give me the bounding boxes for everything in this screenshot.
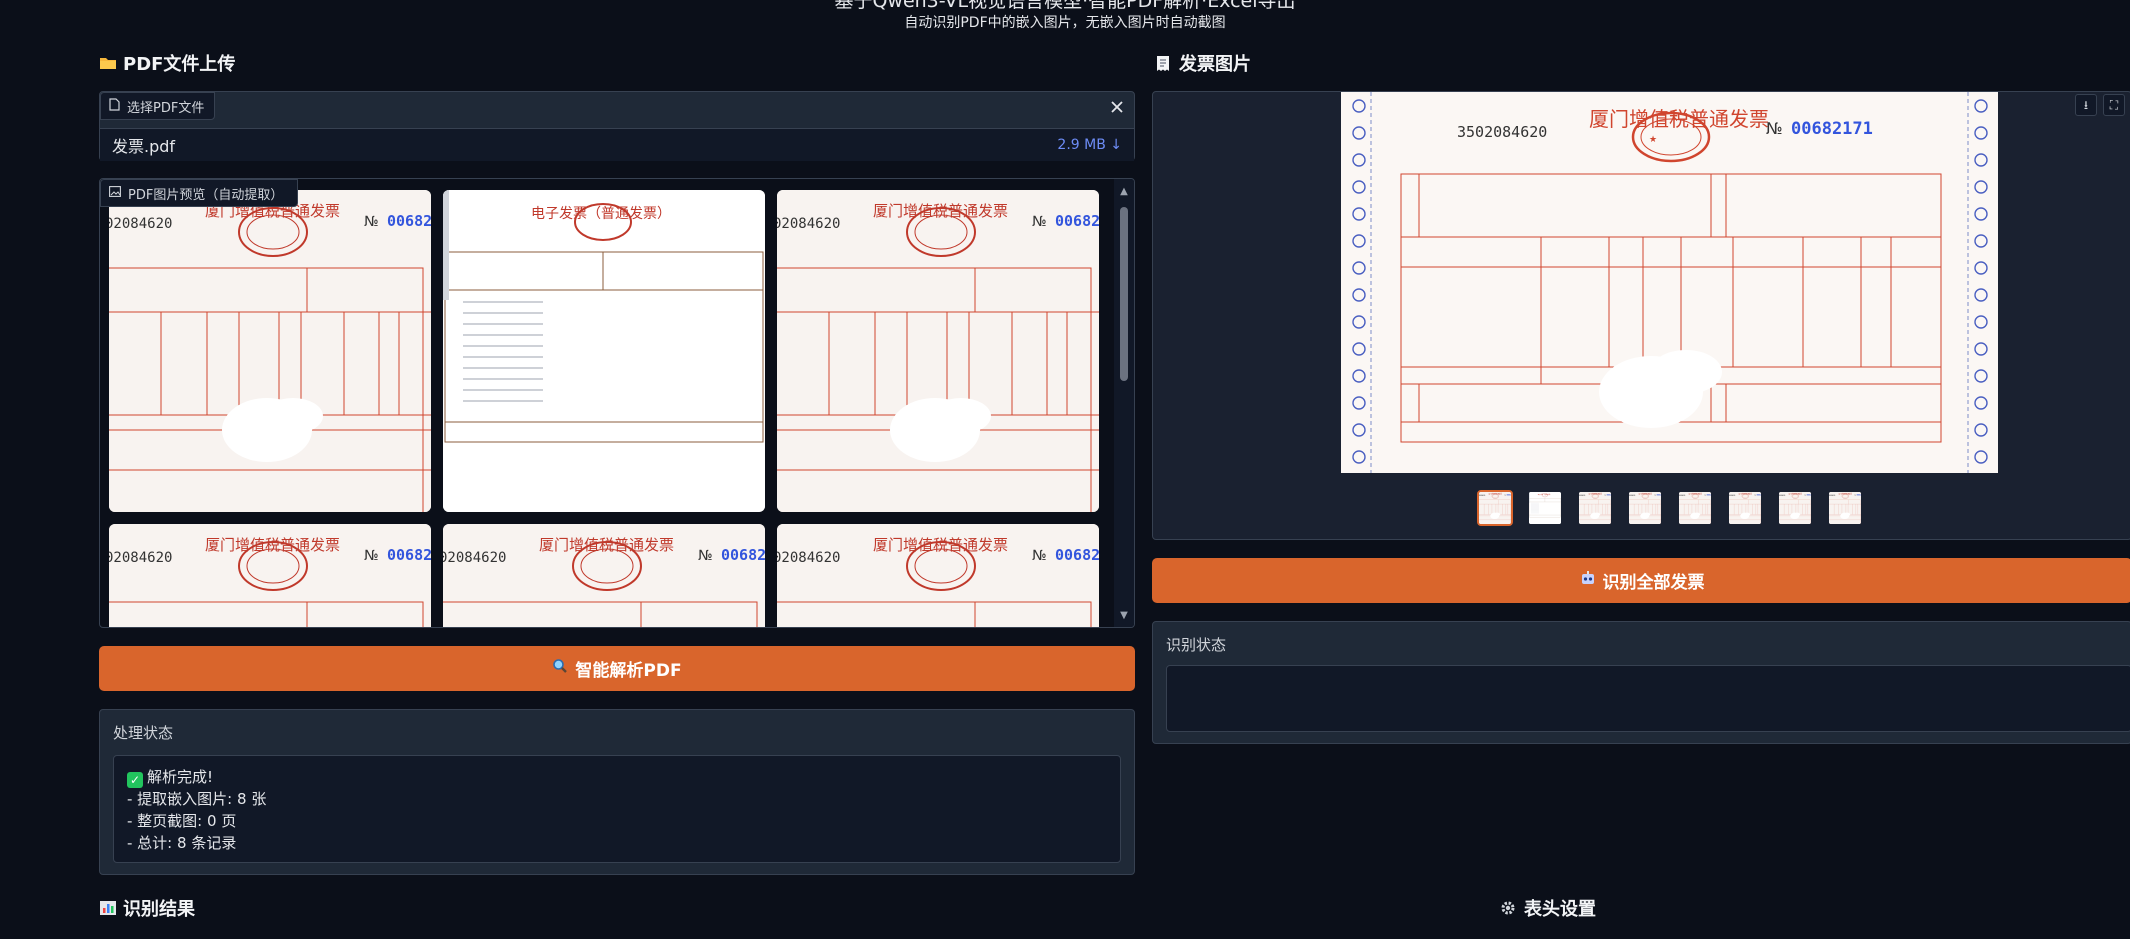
gallery-scrollbar[interactable]: ▲ ▼ [1114,179,1134,627]
header-settings-title: 表头设置 [1500,895,1596,921]
pdf-upload-title-text: PDF文件上传 [123,54,236,75]
image-icon [109,185,121,201]
results-title-text: 识别结果 [123,899,195,920]
invoice-thumbnail[interactable]: 电子发票（普通发票） [1527,490,1563,526]
file-upload-label: 选择PDF文件 [100,92,216,120]
invoice-title: 厦门增值税普通发票 [873,536,1008,554]
smart-parse-button[interactable]: 智能解析PDF [99,646,1135,691]
invoice-thumbnail[interactable]: 02084620 厦门增值税普通发票 № 00682 [1677,490,1713,526]
app-header: 基于Qwen3-VL视觉语言模型·智能PDF解析·Excel导出 自动识别PDF… [0,0,2130,32]
recognize-all-button-label: 识别全部发票 [1602,573,1705,593]
app-title: 基于Qwen3-VL视觉语言模型·智能PDF解析·Excel导出 [834,0,1296,12]
uploaded-file-size-download[interactable]: 2.9 MB ↓ [1057,137,1122,153]
download-icon[interactable]: ⭳ [2075,94,2097,116]
gallery-label: PDF图片预览（自动提取） [100,179,299,207]
file-upload-label-text: 选择PDF文件 [127,100,205,116]
file-upload[interactable]: 选择PDF文件 发票.pdf 2.9 MB ↓ [99,91,1135,161]
invoice-thumbnails: 02084620 厦门增值税普通发票 № 00682 电子发票（普通发票） 0208462… [1477,490,1863,526]
invoice-number: 00682 [387,212,431,230]
scroll-down-icon[interactable]: ▼ [1118,611,1130,621]
invoice-number: 00682 [721,546,765,564]
invoice-thumbnail[interactable]: 02084620 厦门增值税普通发票 № 00682 [1577,490,1613,526]
invoice-no-prefix: № [1032,214,1047,230]
uploaded-file-row: 发票.pdf 2.9 MB ↓ [100,128,1134,161]
invoice-number: 00682 [1055,546,1099,564]
process-status-title: 处理状态 [113,724,174,742]
header-settings-title-text: 表头设置 [1524,899,1596,920]
gallery-label-text: PDF图片预览（自动提取） [128,187,284,203]
status-line-total: - 总计: 8 条记录 [127,834,237,852]
invoice-code: 02084620 [109,550,172,566]
invoice-image-viewer: 3502084620 厦门增值税普通发票 ★ № 00682171 ⭳ ⛶ 02… [1152,91,2130,540]
clear-file-button[interactable] [1106,96,1128,118]
invoice-thumbnail[interactable]: 02084620 厦门增值税普通发票 № 00682 [1777,490,1813,526]
process-status-output[interactable]: ✓ 解析完成! - 提取嵌入图片: 8 张 - 整页截图: 0 页 - 总计: 8… [113,755,1121,863]
svg-text:★: ★ [1649,135,1657,145]
status-line-embedded: - 提取嵌入图片: 8 张 [127,790,267,808]
invoice-title: 厦门增值税普通发票 [539,536,674,554]
gallery-thumbnail[interactable]: 02084620 厦门增值税普通发票 № 00682 [443,524,765,627]
robot-icon [1580,570,1596,591]
recognize-all-button[interactable]: 识别全部发票 [1152,558,2130,603]
pdf-upload-title: PDF文件上传 [99,50,235,76]
gallery-thumbnail[interactable]: 电子发票（普通发票） [443,190,765,512]
pdf-image-gallery: PDF图片预览（自动提取） 02084620 厦门增值税普通发票 № 00682 电子发… [99,178,1135,628]
invoice-number: 00682 [1055,212,1099,230]
invoice-no-prefix: № [698,548,713,564]
fullscreen-icon[interactable]: ⛶ [2103,94,2125,116]
invoice-thumbnail[interactable]: 02084620 厦门增值税普通发票 № 00682 [1627,490,1663,526]
invoice-title: 厦门增值税普通发票 [205,536,340,554]
invoice-code: 02084620 [109,216,172,232]
invoice-thumbnail[interactable]: 02084620 厦门增值税普通发票 № 00682 [1827,490,1863,526]
recognize-status-output[interactable] [1166,665,2130,732]
scroll-up-icon[interactable]: ▲ [1118,187,1130,197]
invoice-no-prefix: № [1032,548,1047,564]
invoice-code: 02084620 [443,550,506,566]
invoice-no-prefix: № [364,548,379,564]
scrollbar-thumb[interactable] [1120,207,1128,381]
invoice-title: 厦门增值税普通发票 [1589,107,1769,131]
bar-chart-icon [99,900,117,916]
invoice-image-title-text: 发票图片 [1179,54,1251,75]
invoice-code: 3502084620 [1457,123,1547,141]
recognize-status-title: 识别状态 [1166,636,1227,654]
invoice-title: 厦门增值税普通发票 [873,202,1008,220]
app-subtitle: 自动识别PDF中的嵌入图片，无嵌入图片时自动截图 [904,15,1226,31]
folder-icon [99,55,117,71]
check-icon: ✓ [127,772,143,788]
gallery-thumbnail[interactable]: 02084620 厦门增值税普通发票 № 00682 [109,524,431,627]
close-icon [1111,101,1123,113]
gallery-thumbnail[interactable]: 02084620 厦门增值税普通发票 № 00682 [777,524,1099,627]
invoice-number: 00682171 [1791,119,1873,139]
invoice-number: 00682 [387,546,431,564]
invoice-main-image[interactable]: 3502084620 厦门增值税普通发票 ★ № 00682171 [1341,92,1998,473]
e-invoice-title: 电子发票（普通发票） [531,206,671,222]
status-line-done: ✓ 解析完成! [127,766,266,788]
file-icon [109,97,120,115]
invoice-image-title: 发票图片 [1155,50,1251,76]
invoice-thumbnail[interactable]: 02084620 厦门增值税普通发票 № 00682 [1727,490,1763,526]
results-title: 识别结果 [99,895,195,921]
gallery-thumbnail[interactable]: 02084620 厦门增值税普通发票 № 00682 [777,190,1099,512]
gear-icon [1500,900,1518,916]
invoice-code: 02084620 [777,550,840,566]
smart-parse-button-label: 智能解析PDF [575,661,682,681]
search-icon [552,658,568,679]
recognize-status-panel: 识别状态 [1152,621,2130,744]
uploaded-file-name: 发票.pdf [112,137,176,156]
gallery-thumbnail[interactable]: 02084620 厦门增值税普通发票 № 00682 [109,190,431,512]
status-line-screenshots: - 整页截图: 0 页 [127,812,237,830]
invoice-thumbnail[interactable]: 02084620 厦门增值税普通发票 № 00682 [1477,490,1513,526]
process-status-panel: 处理状态 ✓ 解析完成! - 提取嵌入图片: 8 张 - 整页截图: 0 页 - … [99,709,1135,875]
invoice-no-prefix: № [1766,119,1783,138]
invoice-no-prefix: № [364,214,379,230]
invoice-code: 02084620 [777,216,840,232]
viewer-toolbar: ⭳ ⛶ [2075,94,2125,116]
receipt-icon [1155,55,1173,71]
